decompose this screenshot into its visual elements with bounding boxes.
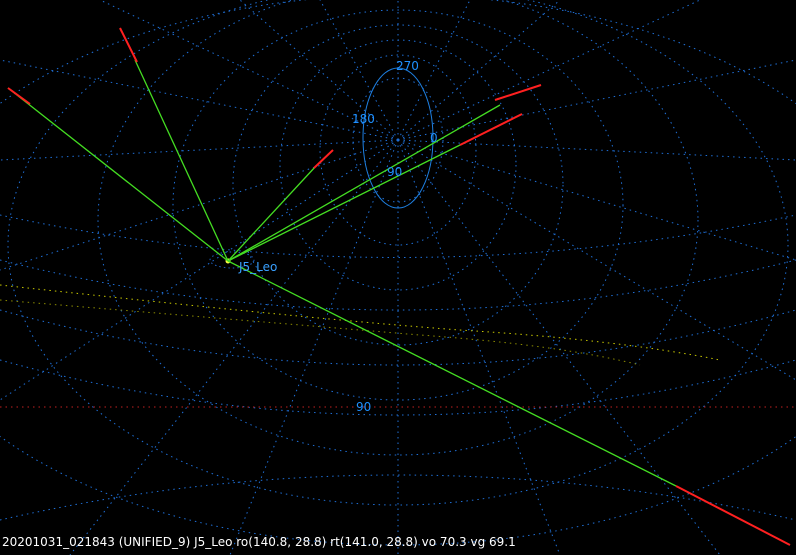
azimuth-label-90: 90	[387, 165, 402, 179]
status-line: 20201031_021843 (UNIFIED_9) J5_Leo ro(14…	[2, 535, 516, 549]
azimuth-label-0: 0	[430, 131, 438, 145]
sky-projection-view[interactable]: 270 180 0 90 90 J5_Leo	[0, 0, 796, 555]
azimuth-label-270: 270	[396, 59, 419, 73]
altitude-label-90: 90	[356, 400, 371, 414]
azimuth-label-180: 180	[352, 112, 375, 126]
radiant-label: J5_Leo	[238, 260, 277, 274]
